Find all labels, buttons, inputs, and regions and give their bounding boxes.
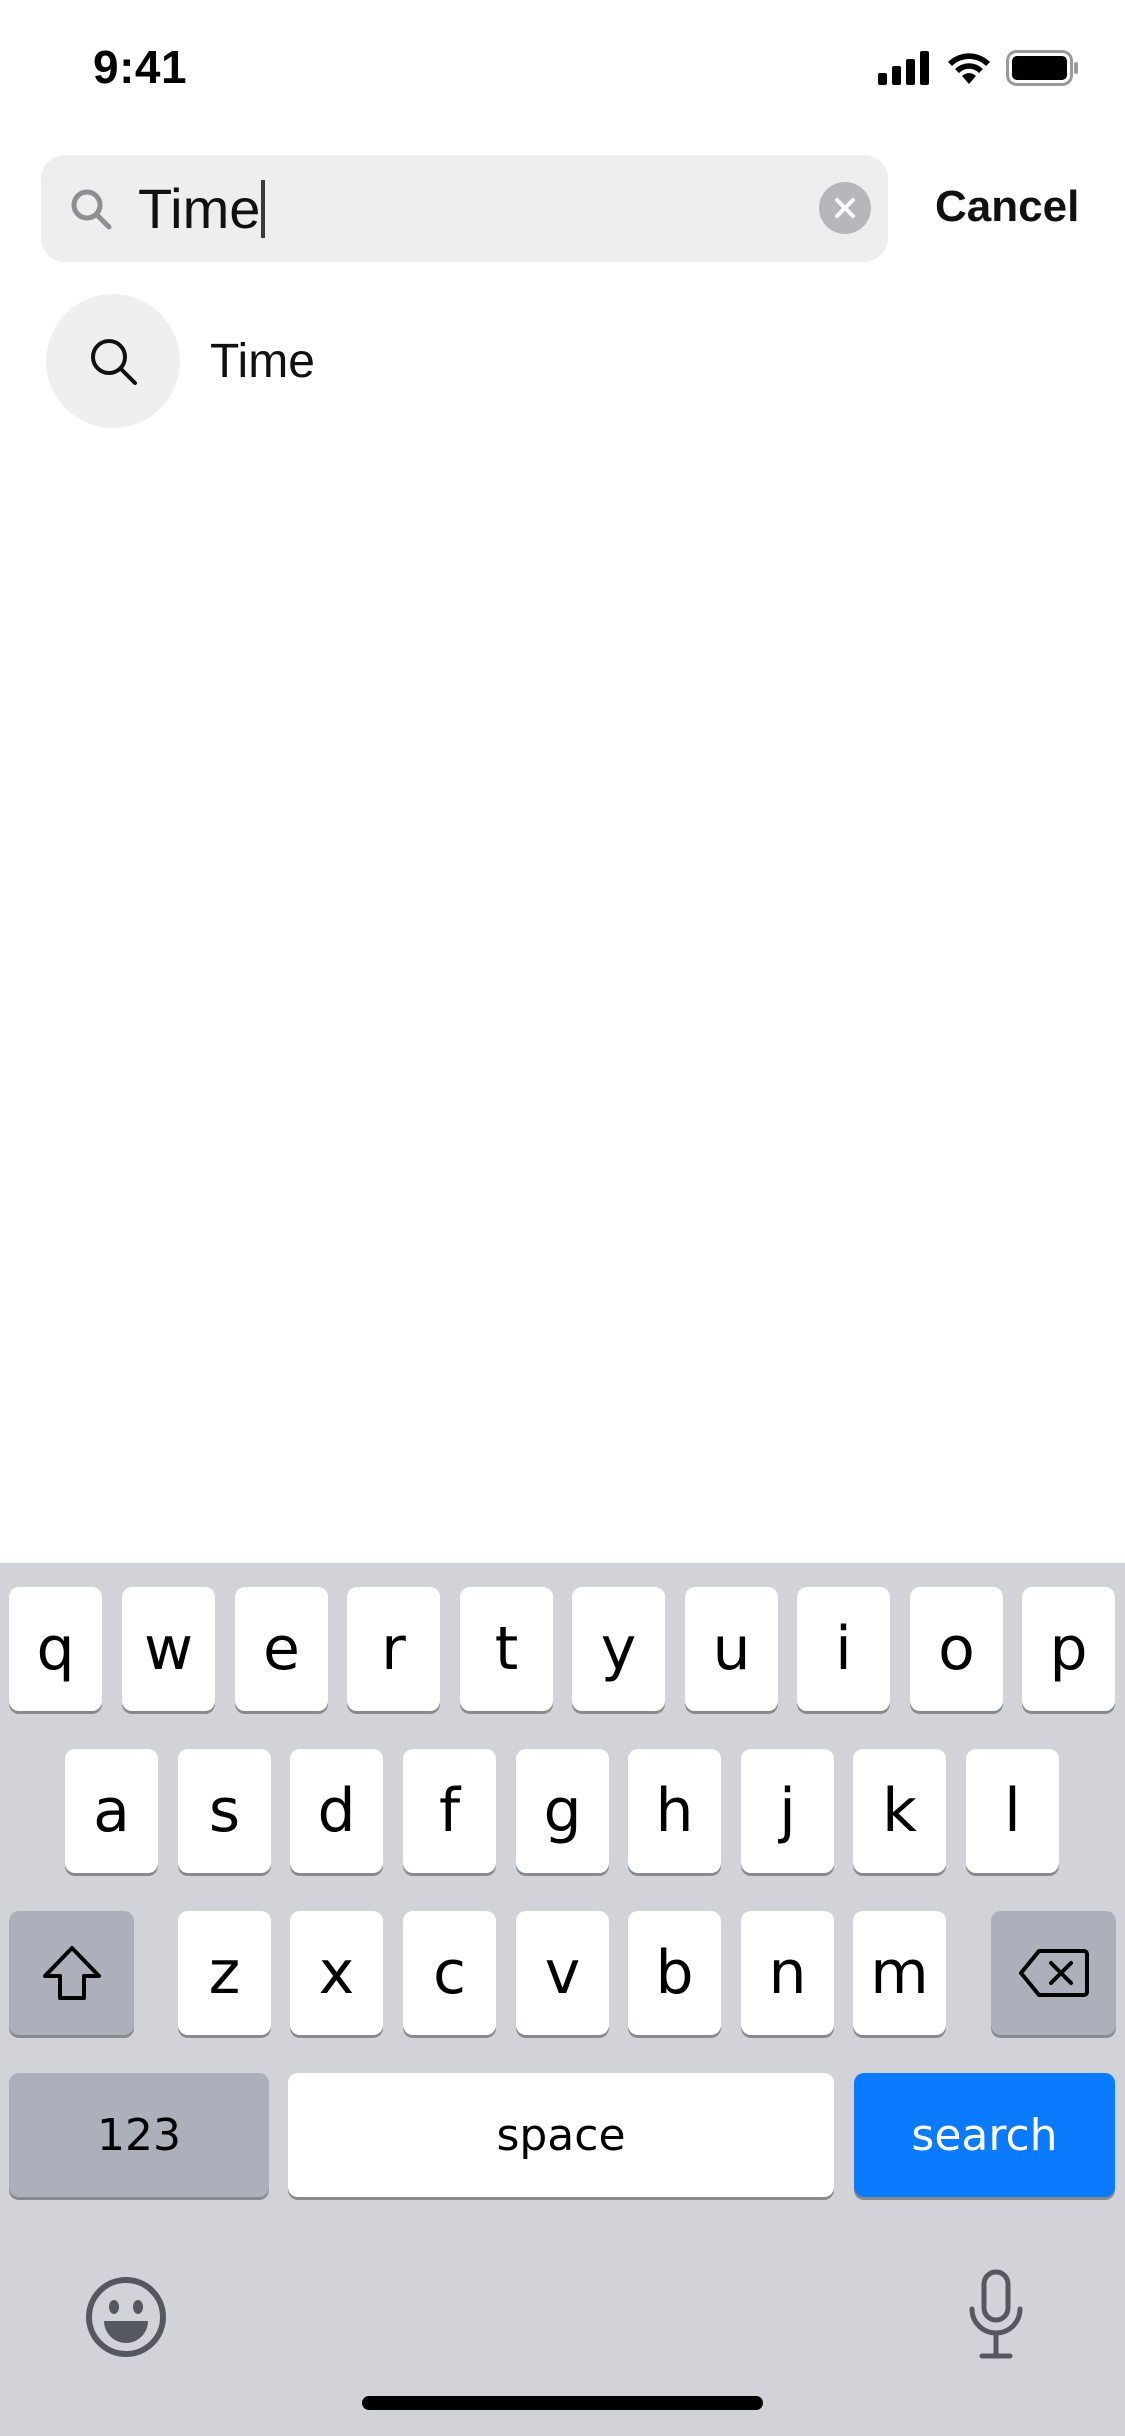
home-indicator[interactable] xyxy=(362,2396,763,2410)
microphone-icon xyxy=(969,2269,1023,2359)
cancel-button[interactable]: Cancel xyxy=(935,182,1079,232)
key-z[interactable]: z xyxy=(178,1911,271,2035)
key-n[interactable]: n xyxy=(741,1911,834,2035)
status-time: 9:41 xyxy=(93,41,188,93)
key-a[interactable]: a xyxy=(65,1749,158,1873)
space-key[interactable]: space xyxy=(288,2073,834,2197)
key-o[interactable]: o xyxy=(910,1587,1003,1711)
dictation-button[interactable] xyxy=(966,2269,1026,2361)
search-icon xyxy=(71,189,112,230)
cellular-signal-icon xyxy=(878,51,929,85)
key-w[interactable]: w xyxy=(122,1587,215,1711)
key-l[interactable]: l xyxy=(966,1749,1059,1873)
key-y[interactable]: y xyxy=(572,1587,665,1711)
clear-text-button[interactable] xyxy=(819,182,871,234)
wifi-icon xyxy=(948,53,990,84)
close-icon xyxy=(835,198,855,218)
search-field[interactable]: Time xyxy=(41,155,888,262)
key-t[interactable]: t xyxy=(460,1587,553,1711)
key-k[interactable]: k xyxy=(853,1749,946,1873)
search-key[interactable]: search xyxy=(854,2073,1115,2197)
key-d[interactable]: d xyxy=(290,1749,383,1873)
status-icons xyxy=(878,48,1080,88)
key-c[interactable]: c xyxy=(403,1911,496,2035)
key-i[interactable]: i xyxy=(797,1587,890,1711)
key-f[interactable]: f xyxy=(403,1749,496,1873)
emoji-icon xyxy=(86,2277,166,2357)
search-suggestion[interactable]: Time xyxy=(46,294,1076,430)
shift-icon xyxy=(42,1946,101,2000)
shift-key[interactable] xyxy=(9,1911,134,2035)
key-x[interactable]: x xyxy=(290,1911,383,2035)
key-q[interactable]: q xyxy=(9,1587,102,1711)
search-icon xyxy=(91,339,137,385)
emoji-button[interactable] xyxy=(84,2275,168,2359)
key-b[interactable]: b xyxy=(628,1911,721,2035)
key-m[interactable]: m xyxy=(853,1911,946,2035)
backspace-icon xyxy=(1018,1949,1089,1997)
key-s[interactable]: s xyxy=(178,1749,271,1873)
key-g[interactable]: g xyxy=(516,1749,609,1873)
search-input[interactable]: Time xyxy=(138,177,266,240)
key-v[interactable]: v xyxy=(516,1911,609,2035)
battery-icon xyxy=(1006,50,1078,86)
key-r[interactable]: r xyxy=(347,1587,440,1711)
numbers-key[interactable]: 123 xyxy=(9,2073,269,2197)
key-e[interactable]: e xyxy=(235,1587,328,1711)
key-h[interactable]: h xyxy=(628,1749,721,1873)
suggestion-icon-circle xyxy=(46,294,180,428)
key-p[interactable]: p xyxy=(1022,1587,1115,1711)
suggestion-label: Time xyxy=(210,335,315,388)
keyboard: q w e r t y u i o p a s d f g h j k l z … xyxy=(0,1563,1125,2436)
text-caret xyxy=(261,180,266,238)
search-input-text: Time xyxy=(138,177,261,240)
delete-key[interactable] xyxy=(991,1911,1116,2035)
key-u[interactable]: u xyxy=(685,1587,778,1711)
key-j[interactable]: j xyxy=(741,1749,834,1873)
